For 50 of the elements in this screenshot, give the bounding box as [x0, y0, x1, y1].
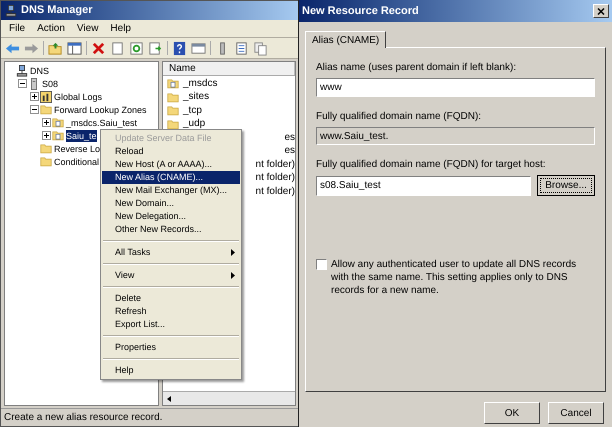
list-item[interactable]: _msdcs [183, 78, 218, 90]
field-label: Fully qualified domain name (FQDN) for target host: [316, 158, 547, 170]
field-label: Fully qualified domain name (FQDN): [316, 110, 482, 122]
tree-item[interactable]: _msdcs.Saiu_test [66, 116, 138, 128]
menu-item[interactable]: View [76, 21, 98, 36]
menu-item[interactable]: Reload [102, 145, 240, 158]
menu-item[interactable]: New Mail Exchanger (MX)... [102, 184, 240, 197]
dialog-button[interactable]: Cancel [548, 402, 604, 424]
column-header[interactable]: Name [163, 62, 295, 75]
status-text: Create a new alias resource record. [4, 411, 162, 425]
menu-item[interactable]: Refresh [102, 305, 240, 318]
list-item[interactable]: nt folder) [256, 186, 295, 198]
menu-item[interactable]: New Domain... [102, 197, 240, 210]
menu-item[interactable]: Properties [102, 341, 240, 354]
alias-name-field[interactable]: www [316, 78, 595, 97]
tree-item[interactable]: Saiu_te [66, 130, 97, 142]
field-label: Alias name (uses parent domain if left blank): [316, 61, 518, 73]
fqdn-field: www.Saiu_test. [316, 127, 595, 145]
tab[interactable]: Alias (CNAME) [305, 31, 386, 48]
list-item[interactable]: es [284, 145, 295, 158]
menu-item[interactable]: New Alias (CNAME)... [102, 171, 240, 184]
list-item[interactable]: nt folder) [256, 158, 295, 171]
menu-item[interactable]: Export List... [102, 318, 240, 331]
browse-button[interactable]: Browse... [537, 175, 595, 196]
list-item[interactable]: _sites [183, 91, 210, 104]
menu-item[interactable]: All Tasks [102, 246, 240, 259]
tree-item[interactable]: DNS [30, 64, 50, 76]
menu-item[interactable]: File [9, 21, 26, 36]
target-host-field[interactable]: s08.Saiu_test [316, 176, 532, 196]
tree-item[interactable]: Conditional [54, 156, 100, 168]
menu-item[interactable]: Help [110, 21, 131, 36]
list-item[interactable]: es [284, 132, 295, 144]
tree-item[interactable]: Global Logs [54, 90, 102, 102]
dialog-title: New Resource Record [302, 4, 419, 19]
menu-item[interactable]: Help [102, 364, 240, 377]
menu-item[interactable]: New Host (A or AAAA)... [102, 158, 240, 171]
checkbox-label: Allow any authenticated user to update all DNS records with the same name. This setting applies only to DNS records for a new name. [331, 258, 578, 297]
list-item[interactable]: _tcp [183, 104, 202, 117]
menu-item[interactable]: Other New Records... [102, 223, 240, 236]
menu-item[interactable]: Delete [102, 292, 240, 305]
dialog-button[interactable]: OK [484, 402, 540, 424]
menu-item[interactable]: Action [37, 21, 65, 36]
tree-item[interactable]: S08 [42, 78, 58, 90]
list-item[interactable]: nt folder) [256, 172, 295, 184]
window-title: DNS Manager [21, 3, 93, 18]
list-item[interactable]: _udp [183, 118, 206, 130]
tree-item[interactable]: Forward Lookup Zones [54, 104, 147, 116]
menu-item[interactable]: New Delegation... [102, 210, 240, 223]
menu-item[interactable]: View [102, 269, 240, 282]
tree-item[interactable]: Reverse Lo [54, 142, 100, 154]
